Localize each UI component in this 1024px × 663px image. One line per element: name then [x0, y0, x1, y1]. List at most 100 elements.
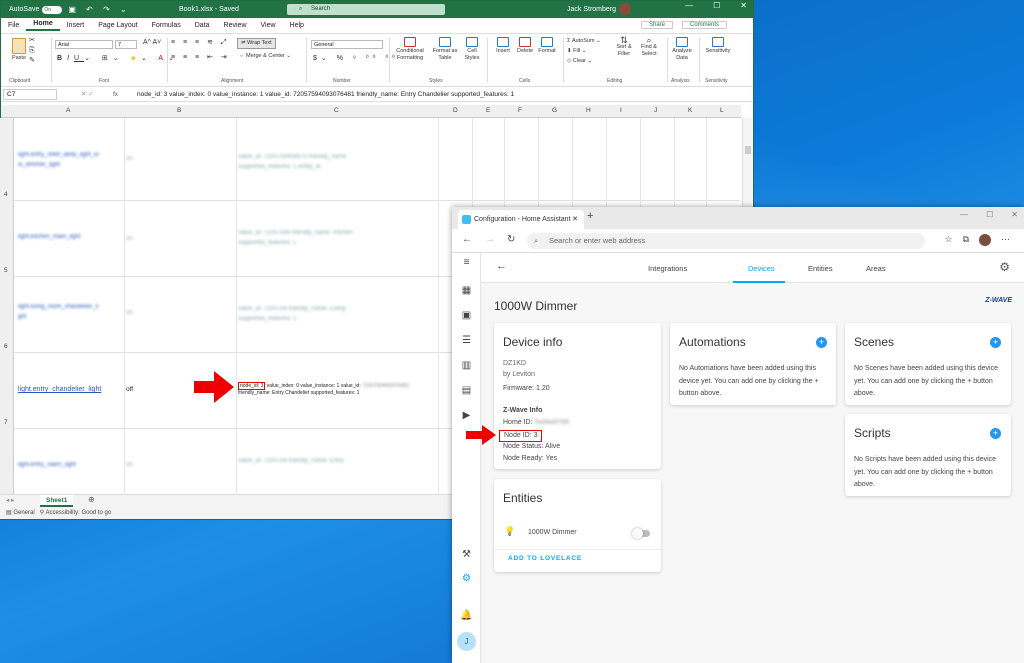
- formula-input[interactable]: node_id: 3 value_index: 0 value_instance…: [137, 87, 514, 102]
- history-icon[interactable]: ▥: [460, 360, 473, 372]
- cell-b7[interactable]: off: [126, 386, 133, 393]
- column-header-b[interactable]: B: [177, 107, 181, 114]
- insert-cells-button[interactable]: Insert: [493, 37, 513, 55]
- browser-tab[interactable]: Configuration - Home Assistant✕: [458, 210, 584, 229]
- ribbon-tab-review[interactable]: Review: [217, 22, 254, 29]
- column-header-c[interactable]: C: [334, 107, 339, 114]
- forward-icon[interactable]: →: [485, 234, 495, 245]
- column-header-l[interactable]: L: [720, 107, 724, 114]
- column-header-g[interactable]: G: [552, 107, 557, 114]
- row-header[interactable]: 5: [0, 200, 14, 276]
- quick-access-icons[interactable]: ▣ ↶ ↷ ⌄: [68, 5, 130, 14]
- format-cells-button[interactable]: Format: [537, 37, 557, 55]
- ribbon-tab-page-layout[interactable]: Page Layout: [91, 22, 144, 29]
- add-to-lovelace-button[interactable]: ADD TO LOVELACE: [508, 555, 582, 562]
- sheet-tab[interactable]: Sheet1: [40, 495, 73, 507]
- entity-name[interactable]: 1000W Dimmer: [528, 527, 577, 540]
- window-controls[interactable]: —☐✕: [685, 1, 747, 10]
- map-icon[interactable]: ▣: [460, 310, 473, 322]
- column-header-f[interactable]: F: [518, 107, 522, 114]
- tab-devices[interactable]: Devices: [748, 264, 775, 273]
- refresh-icon[interactable]: ↻: [507, 234, 515, 245]
- autosum-button[interactable]: Σ AutoSum ⌄: [567, 38, 601, 45]
- cell-c7-line1[interactable]: node_id: 3 value_index: 0 value_instance…: [238, 382, 409, 390]
- device-info-card: Device info DZ1KDby Leviton Firmware: 1.…: [494, 323, 661, 469]
- ribbon-tab-help[interactable]: Help: [283, 22, 311, 29]
- ribbon-tab-insert[interactable]: Insert: [60, 22, 92, 29]
- add-sheet-icon[interactable]: ⊕: [88, 495, 95, 504]
- window-controls[interactable]: —☐✕: [960, 210, 1018, 219]
- row-header[interactable]: 7: [0, 352, 14, 428]
- tab-entities[interactable]: Entities: [808, 264, 833, 273]
- font-grow-icons[interactable]: A^ A˅: [143, 39, 161, 46]
- new-tab-icon[interactable]: +: [587, 210, 593, 222]
- calendar-icon[interactable]: ▤: [460, 385, 473, 397]
- column-header-h[interactable]: H: [586, 107, 591, 114]
- font-style-buttons[interactable]: BIU⌄ ⊞⌄ ◈⌄ A⌄: [57, 55, 179, 62]
- fill-button[interactable]: ⬇ Fill ⌄: [567, 48, 586, 55]
- paste-button[interactable]: Paste: [9, 38, 29, 62]
- font-name-select[interactable]: Arial: [55, 40, 113, 49]
- browser-toolbar[interactable]: ☆⧉⋯: [944, 234, 1010, 246]
- back-arrow-icon[interactable]: ←: [496, 260, 507, 272]
- logbook-icon[interactable]: ☰: [460, 335, 473, 347]
- row-header[interactable]: 4: [0, 118, 14, 200]
- fx-icon[interactable]: fx: [113, 87, 118, 102]
- formula-buttons[interactable]: ✕ ✓: [81, 87, 94, 102]
- analyze-data-button[interactable]: Analyze Data: [669, 37, 695, 62]
- tab-areas[interactable]: Areas: [866, 264, 886, 273]
- address-input[interactable]: ⌕Search or enter web address: [527, 233, 925, 249]
- number-format-select[interactable]: General: [311, 40, 383, 49]
- cell-c7-line2[interactable]: friendly_name: Entry Chandelier supporte…: [238, 390, 359, 396]
- column-header-j[interactable]: J: [654, 107, 657, 114]
- ribbon-tab-view[interactable]: View: [254, 22, 283, 29]
- font-size-select[interactable]: 7: [115, 40, 137, 49]
- clear-button[interactable]: ◇ Clear ⌄: [567, 58, 592, 65]
- sheet-nav-icons[interactable]: ◂ ▸: [6, 496, 14, 504]
- tab-integrations[interactable]: Integrations: [648, 264, 687, 273]
- align-buttons[interactable]: ≡ ≡ ≡ ≋ ⤢: [171, 39, 230, 46]
- column-header-d[interactable]: D: [453, 107, 458, 114]
- sort-filter-button[interactable]: ⇅Sort & Filter: [613, 37, 635, 58]
- format-as-table-button[interactable]: Format as Table: [429, 37, 461, 62]
- ribbon-tab-data[interactable]: Data: [188, 22, 217, 29]
- media-icon[interactable]: ▶: [460, 410, 473, 422]
- align-buttons-2[interactable]: ≡ ≡ ≡ ⇤ ⇥: [171, 54, 230, 61]
- comments-button[interactable]: Comments: [682, 21, 727, 29]
- back-icon[interactable]: ←: [462, 234, 472, 245]
- column-header-e[interactable]: E: [486, 107, 490, 114]
- ribbon-tab-home[interactable]: Home: [26, 20, 59, 31]
- find-select-button[interactable]: ⌕Find & Select: [637, 37, 661, 58]
- notifications-icon[interactable]: 🔔: [460, 610, 473, 622]
- ribbon-tab-formulas[interactable]: Formulas: [145, 22, 188, 29]
- row-header[interactable]: 6: [0, 276, 14, 352]
- gear-icon[interactable]: ⚙: [999, 260, 1010, 274]
- share-button[interactable]: Share: [641, 21, 673, 29]
- ribbon-tab-file[interactable]: File: [1, 22, 26, 29]
- entity-toggle[interactable]: [633, 530, 650, 537]
- column-header-i[interactable]: I: [620, 107, 622, 114]
- wrap-text-button[interactable]: ⇌ Wrap Text: [237, 38, 276, 49]
- user-avatar[interactable]: J: [457, 632, 476, 651]
- cell-a7[interactable]: light.entry_chandelier_light: [18, 386, 101, 393]
- merge-center-button[interactable]: ⇔ Merge & Center ⌄: [239, 53, 291, 60]
- avatar[interactable]: [619, 3, 631, 15]
- clipboard-icons[interactable]: ✂⎘✎: [29, 36, 35, 66]
- add-script-button[interactable]: +: [990, 428, 1001, 439]
- conditional-formatting-button[interactable]: Conditional Formatting: [393, 37, 427, 62]
- developer-tools-icon[interactable]: ⚒: [460, 549, 473, 561]
- name-box[interactable]: C7: [3, 89, 57, 100]
- overview-icon[interactable]: ▦: [460, 285, 473, 297]
- column-header-a[interactable]: A: [66, 107, 70, 114]
- delete-cells-button[interactable]: Delete: [515, 37, 535, 55]
- sensitivity-button[interactable]: Sensitivity: [703, 37, 733, 55]
- menu-icon[interactable]: ≡: [460, 257, 473, 269]
- add-automation-button[interactable]: +: [816, 337, 827, 348]
- autosave-toggle[interactable]: On: [42, 6, 62, 14]
- search-box[interactable]: ⌕Search: [287, 4, 445, 15]
- cell-styles-button[interactable]: Cell Styles: [461, 37, 483, 62]
- configuration-icon[interactable]: ⚙: [460, 573, 473, 585]
- column-header-k[interactable]: K: [688, 107, 692, 114]
- number-buttons[interactable]: $⌄ % ⁹ ⁰⁰ ⁰⁰: [313, 55, 399, 62]
- add-scene-button[interactable]: +: [990, 337, 1001, 348]
